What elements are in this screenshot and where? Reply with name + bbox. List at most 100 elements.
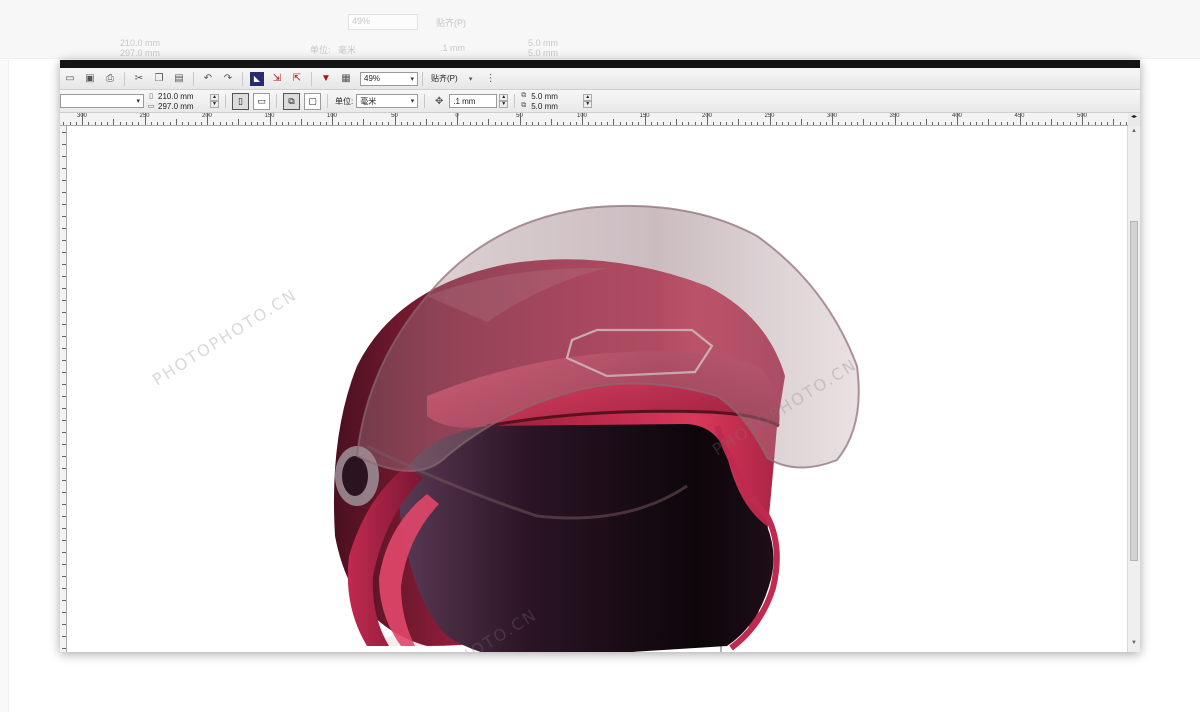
helmet-illustration: PHOTOPHOTO.CN PHOTOPHOTO.CN PHOTOPHOTO.C… (149, 204, 861, 652)
horizontal-ruler[interactable]: 3002502001501005005010015020025030035040… (60, 113, 1128, 126)
duplicate-y-value[interactable]: 5.0 mm (531, 102, 577, 111)
ruler-tick (820, 122, 821, 125)
print-icon[interactable]: ⎙ (103, 72, 117, 86)
page-height-field[interactable]: ▭ 297.0 mm (147, 101, 204, 111)
ruler-tick (557, 122, 558, 125)
ruler-tick (62, 324, 66, 325)
app-launcher-icon[interactable]: ▦ (339, 72, 353, 86)
ruler-tick (695, 122, 696, 125)
ruler-tick (432, 122, 433, 125)
ruler-tick (1076, 122, 1077, 125)
ruler-tick (570, 122, 571, 125)
ruler-tick (663, 122, 664, 125)
ruler-tick (426, 119, 427, 125)
new-doc-icon[interactable]: ▭ (63, 72, 77, 86)
ruler-tick (62, 408, 66, 409)
snap-options-icon[interactable]: ⋮ (484, 72, 498, 86)
ruler-tick (1001, 122, 1002, 125)
ruler-tick (682, 122, 683, 125)
duplicate-distance-icon: ⧉ (521, 92, 527, 99)
ruler-tick (813, 122, 814, 125)
standard-toolbar: ▭ ▣ ⎙ ✂ ❐ ▤ ↶ ↷ ◣ ⇲ ⇱ ▼ ▦ 49% ▾ 贴齐(P) ▾ … (60, 68, 1140, 90)
scroll-up-icon[interactable]: ▲ (1129, 128, 1139, 138)
publish-pdf-icon[interactable]: ▼ (319, 72, 333, 86)
ruler-tick (1057, 122, 1058, 125)
duplicate-spinner[interactable]: ▲ ▼ (583, 94, 593, 108)
corel-app-icon[interactable]: ◣ (250, 71, 264, 86)
ruler-tick (851, 122, 852, 125)
ruler-tick (1126, 122, 1127, 125)
ruler-tick (163, 122, 164, 125)
import-icon[interactable]: ⇲ (270, 72, 284, 86)
chevron-down-icon[interactable]: ▾ (464, 72, 478, 86)
save-icon[interactable]: ▣ (83, 72, 97, 86)
vertical-ruler[interactable] (60, 126, 67, 652)
nudge-distance-field[interactable]: .1 mm (449, 94, 498, 108)
ruler-tick (101, 122, 102, 125)
nudge-spinner[interactable]: ▲ ▼ (499, 94, 509, 108)
ruler-tick (626, 122, 627, 125)
landscape-icon[interactable]: ▭ (253, 92, 270, 110)
toolbar-separator (327, 94, 328, 108)
page-width-field[interactable]: ▯ 210.0 mm (147, 91, 204, 101)
ruler-tick (270, 113, 271, 125)
page-size-dropdown[interactable]: ▾ (60, 94, 144, 108)
duplicate-x-value[interactable]: 5.0 mm (531, 92, 577, 101)
ruler-tick (338, 122, 339, 125)
page-width-value[interactable]: 210.0 mm (158, 92, 204, 101)
dimension-spinner[interactable]: ▲ ▼ (210, 94, 219, 108)
toolbar-separator (514, 94, 516, 108)
ruler-tick (62, 312, 66, 313)
snap-to-menu[interactable]: 贴齐(P) (431, 73, 458, 84)
ruler-tick (62, 168, 66, 169)
ghost-menu-bar (0, 0, 1200, 11)
paste-icon[interactable]: ▤ (172, 72, 186, 86)
ruler-tick (401, 122, 402, 125)
toolbar-separator (193, 71, 194, 86)
ruler-tick (276, 122, 277, 125)
ruler-tick (407, 122, 408, 125)
ruler-tick (238, 119, 239, 125)
cut-icon[interactable]: ✂ (132, 72, 146, 86)
scrollbar-thumb[interactable] (1130, 221, 1138, 561)
all-pages-icon[interactable]: ⧉ (283, 92, 300, 110)
duplicate-distance-icon: ⧉ (521, 102, 527, 109)
export-icon[interactable]: ⇱ (290, 72, 304, 86)
ruler-tick (62, 492, 66, 493)
ruler-tick (882, 122, 883, 125)
page-height-value[interactable]: 297.0 mm (158, 102, 204, 111)
vertical-scrollbar[interactable]: ▲ ▼ (1127, 126, 1140, 652)
ruler-tick (62, 132, 66, 133)
zoom-level-dropdown[interactable]: 49% ▾ (360, 71, 418, 86)
ruler-tick (645, 113, 646, 125)
duplicate-y-field[interactable]: ⧉ 5.0 mm (519, 101, 577, 111)
ruler-tick (563, 122, 564, 125)
ruler-tick (288, 122, 289, 125)
ruler-tick (332, 113, 333, 125)
ruler-tick (1051, 119, 1052, 125)
undo-icon[interactable]: ↶ (201, 72, 215, 86)
units-dropdown[interactable]: 毫米 ▾ (356, 94, 419, 108)
copy-icon[interactable]: ❐ (152, 72, 166, 86)
ruler-tick (651, 122, 652, 125)
current-page-icon[interactable]: ▢ (304, 92, 321, 110)
scroll-down-icon[interactable]: ▼ (1129, 640, 1139, 650)
duplicate-x-field[interactable]: ⧉ 5.0 mm (519, 91, 577, 101)
ruler-tick (201, 122, 202, 125)
property-bar: ▾ ▯ 210.0 mm ▭ 297.0 mm ▲ ▼ ▯ ▭ ⧉ ▢ 单位: 毫… (60, 90, 1140, 113)
portrait-icon[interactable]: ▯ (232, 92, 249, 110)
ruler-tick (688, 122, 689, 125)
ruler-tick (770, 113, 771, 125)
drawing-canvas[interactable]: PHOTOPHOTO.CN PHOTOPHOTO.CN PHOTOPHOTO.C… (67, 126, 1128, 652)
zoom-level-value: 49% (364, 74, 381, 83)
ruler-tick (1120, 122, 1121, 125)
ruler-tick (670, 122, 671, 125)
ruler-tick (62, 192, 66, 193)
ruler-tick (526, 122, 527, 125)
helmet-interior (397, 424, 774, 652)
ruler-tick (301, 119, 302, 125)
ruler-tick (213, 122, 214, 125)
toolbar-separator (276, 94, 277, 108)
ruler-tick (788, 122, 789, 125)
redo-icon[interactable]: ↷ (221, 72, 235, 86)
